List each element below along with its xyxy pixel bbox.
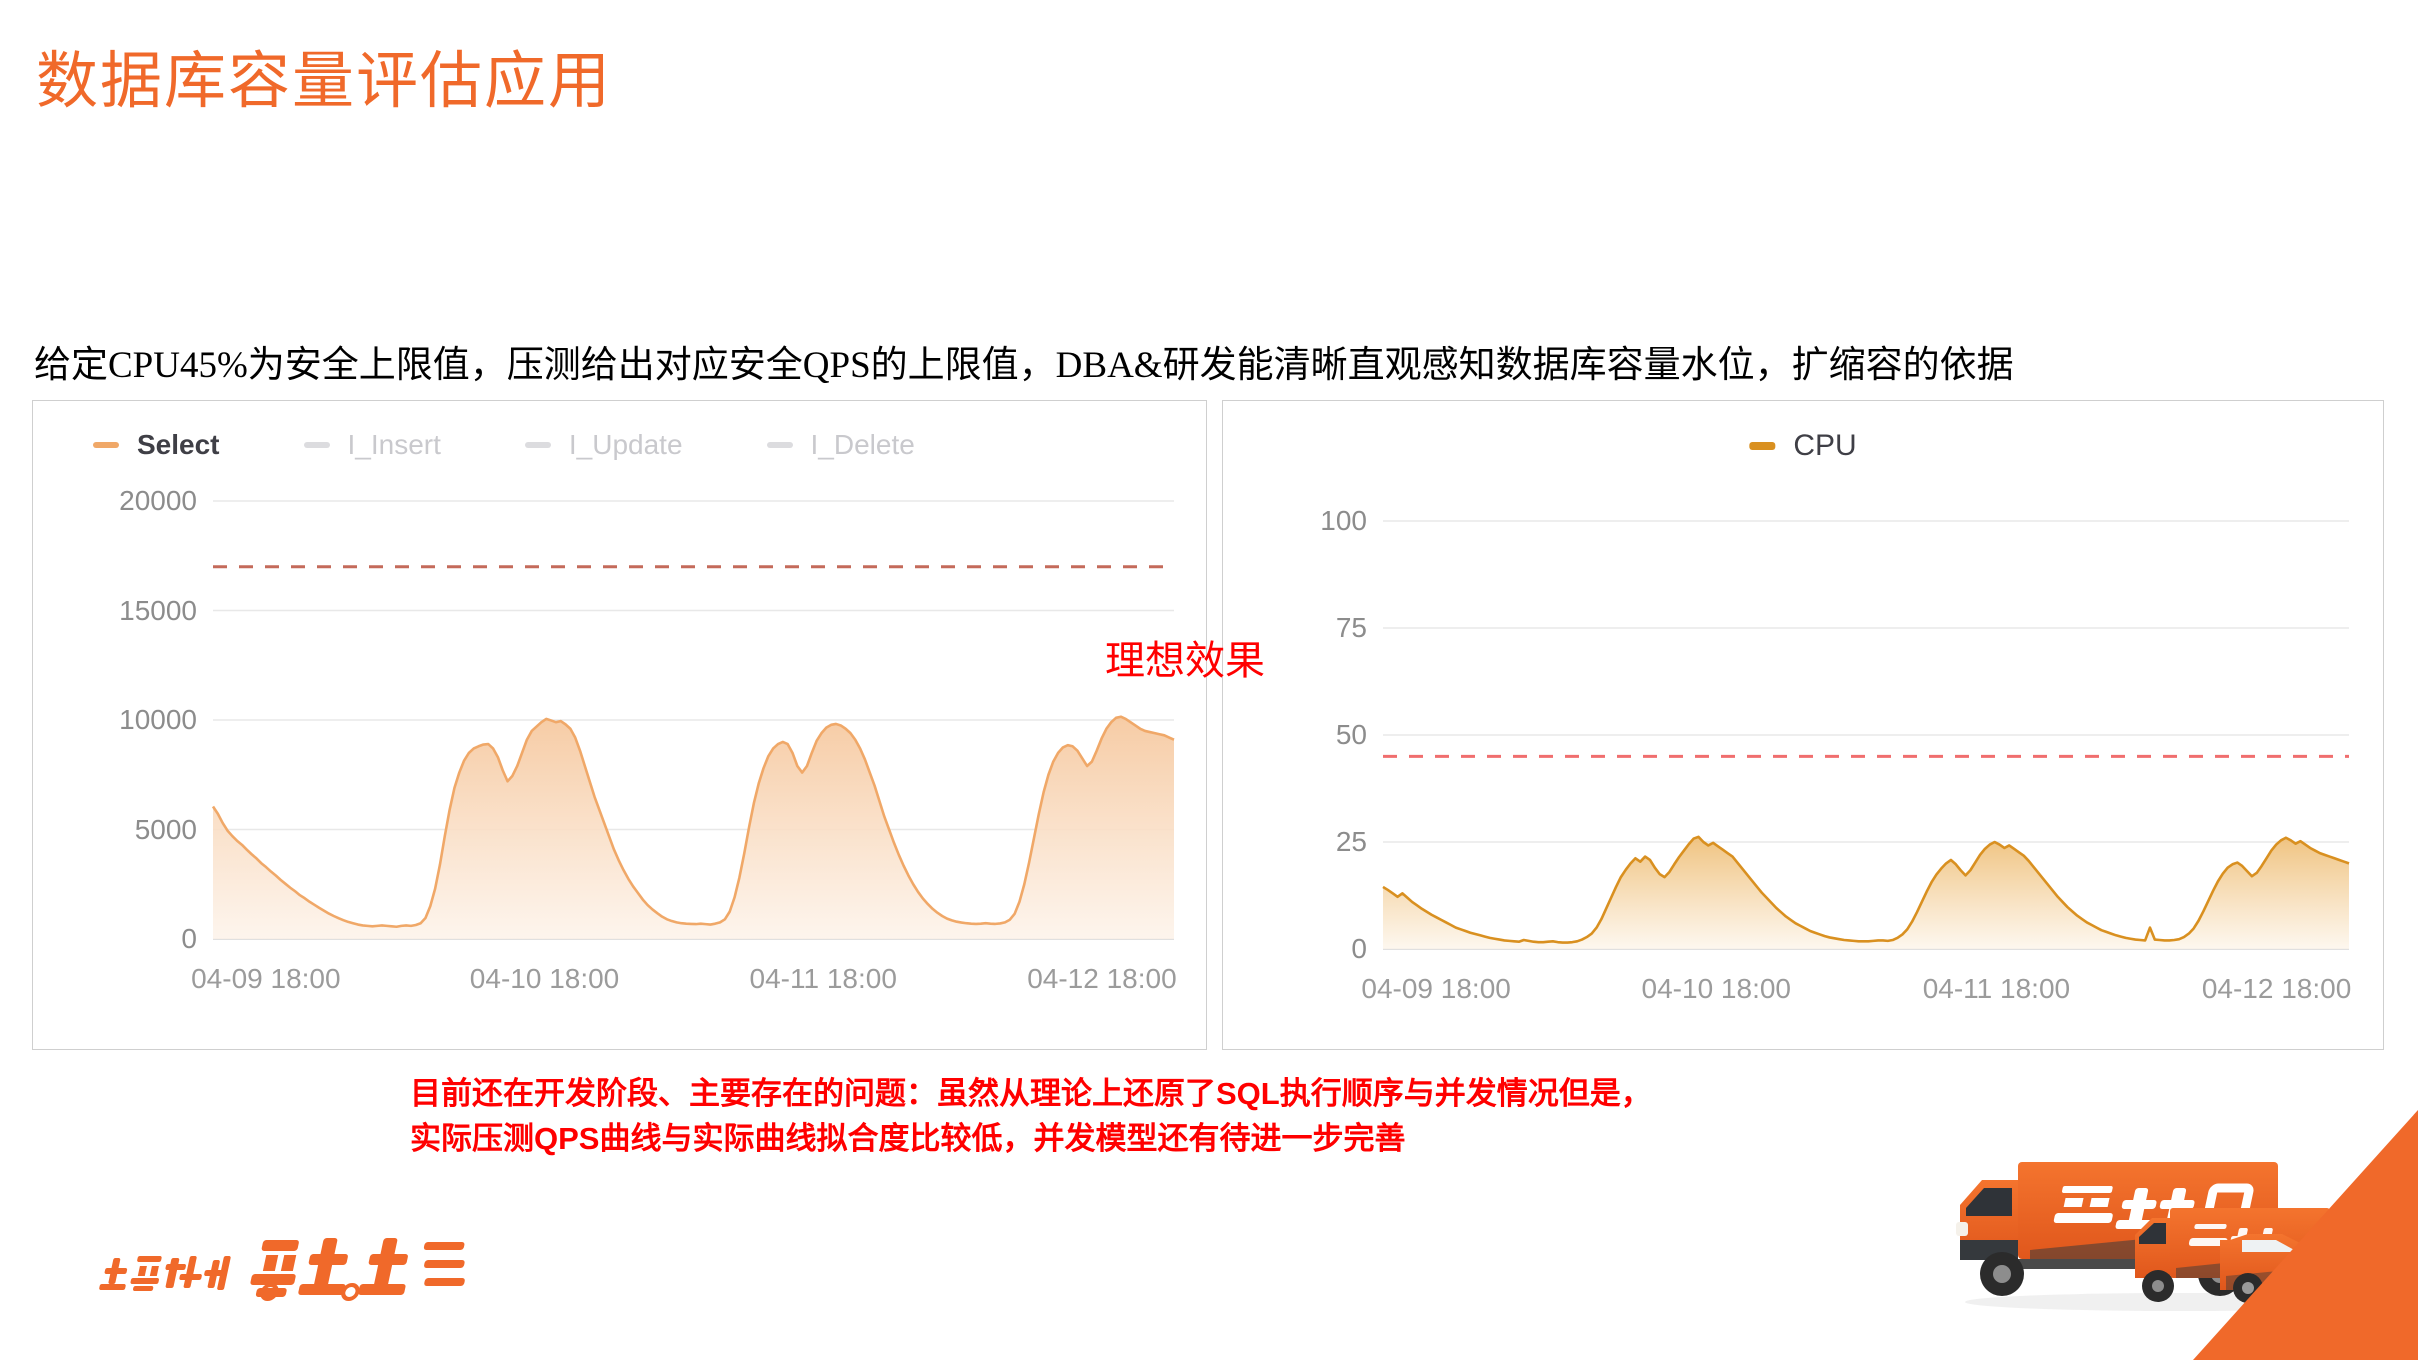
chart-qps: Select I_Insert I_Update I_Delete 0 5000 1000… [33,401,1206,1049]
page-title: 数据库容量评估应用 [36,48,613,116]
y-axis-tick-label: 15000 [119,594,197,626]
y-axis-tick-label: 0 [1351,933,1367,964]
x-axis-tick-label: 04-11 18:00 [749,963,897,994]
legend-item-i_insert[interactable]: I_Insert [303,429,441,461]
decorative-wedge [2088,1110,2418,1360]
x-axis-tick-label: 04-09 18:00 [1361,973,1511,1004]
y-axis-tick-label: 100 [1320,505,1367,536]
y-axis-tick-label: 50 [1335,719,1367,750]
chart-panel-qps: Select I_Insert I_Update I_Delete 0 5000 1000… [32,400,1207,1050]
legend-label: I_Update [568,429,683,460]
chart-legend-qps: Select I_Insert I_Update I_Delete [93,429,915,461]
legend-item-i_update[interactable]: I_Update [524,429,683,461]
y-axis-tick-label: 75 [1335,612,1367,643]
x-axis-tick-label: 04-12 18:00 [2201,973,2352,1004]
y-axis-tick-label: 10000 [119,704,197,735]
legend-item-select[interactable]: Select [93,429,220,461]
chart-panel-cpu: CPU 0 25 50 75 100 04-09 18:00 04-10 18:00 04-1… [1222,400,2384,1050]
chart-svg [211,500,1175,940]
wedge-icon [2193,1110,2418,1360]
x-axis-tick-label: 04-11 18:00 [1922,973,2071,1004]
legend-item-cpu[interactable]: CPU [1749,429,1857,463]
annotation-ideal-effect: 理想效果 [1105,638,1265,683]
legend-swatch-icon [1749,442,1776,450]
legend-swatch-icon [766,442,793,448]
chart-cpu: CPU 0 25 50 75 100 04-09 18:00 04-10 18:00 04-1… [1223,401,2383,1049]
slide-root: 数据库容量评估应用 给定CPU45%为安全上限值，压测给出对应安全QPS的上限值… [0,0,2418,1360]
y-axis-tick-label: 0 [181,923,197,954]
series-area-cpu [1383,836,2349,949]
plot-area-qps: 0 5000 10000 15000 20000 04-09 18:00 04-10 18:… [119,485,1177,994]
legend-item-i_delete[interactable]: I_Delete [766,429,915,461]
y-axis-tick-label: 5000 [134,813,197,845]
legend-label: CPU [1793,429,1857,462]
legend-label: I_Delete [810,429,915,460]
subtitle-text: 给定CPU45%为安全上限值，压测给出对应安全QPS的上限值，DBA&研发能清晰… [34,345,2014,386]
series-area-select [213,716,1174,939]
legend-swatch-icon [93,442,119,448]
note-development-status: 目前还在开发阶段、主要存在的问题：虽然从理论上还原了SQL执行顺序与并发情况但是… [410,1072,1652,1162]
x-axis-tick-label: 04-12 18:00 [1027,963,1177,994]
legend-swatch-icon [524,442,551,448]
legend-label: I_Insert [347,429,441,460]
x-axis-tick-label: 04-10 18:00 [469,963,620,994]
logo-icon [99,1238,465,1301]
note-line-2: 实际压测QPS曲线与实际曲线拟合度比较低，并发模型还有待进一步完善 [410,1120,1406,1156]
chart-legend-cpu: CPU [1749,429,1857,463]
legend-swatch-icon [303,442,330,448]
x-axis-tick-label: 04-10 18:00 [1641,973,1791,1004]
plot-area-cpu: 0 25 50 75 100 04-09 18:00 04-10 18:00 04-11 18… [1320,505,2351,1004]
note-line-1: 目前还在开发阶段、主要存在的问题：虽然从理论上还原了SQL执行顺序与并发情况但是… [410,1076,1652,1111]
chart-svg [1382,520,2350,950]
y-axis-tick-label: 20000 [119,485,197,516]
brand-logo [98,1228,488,1306]
legend-label: Select [137,429,220,460]
x-axis-tick-label: 04-09 18:00 [191,963,341,994]
y-axis-tick-label: 25 [1335,826,1367,857]
